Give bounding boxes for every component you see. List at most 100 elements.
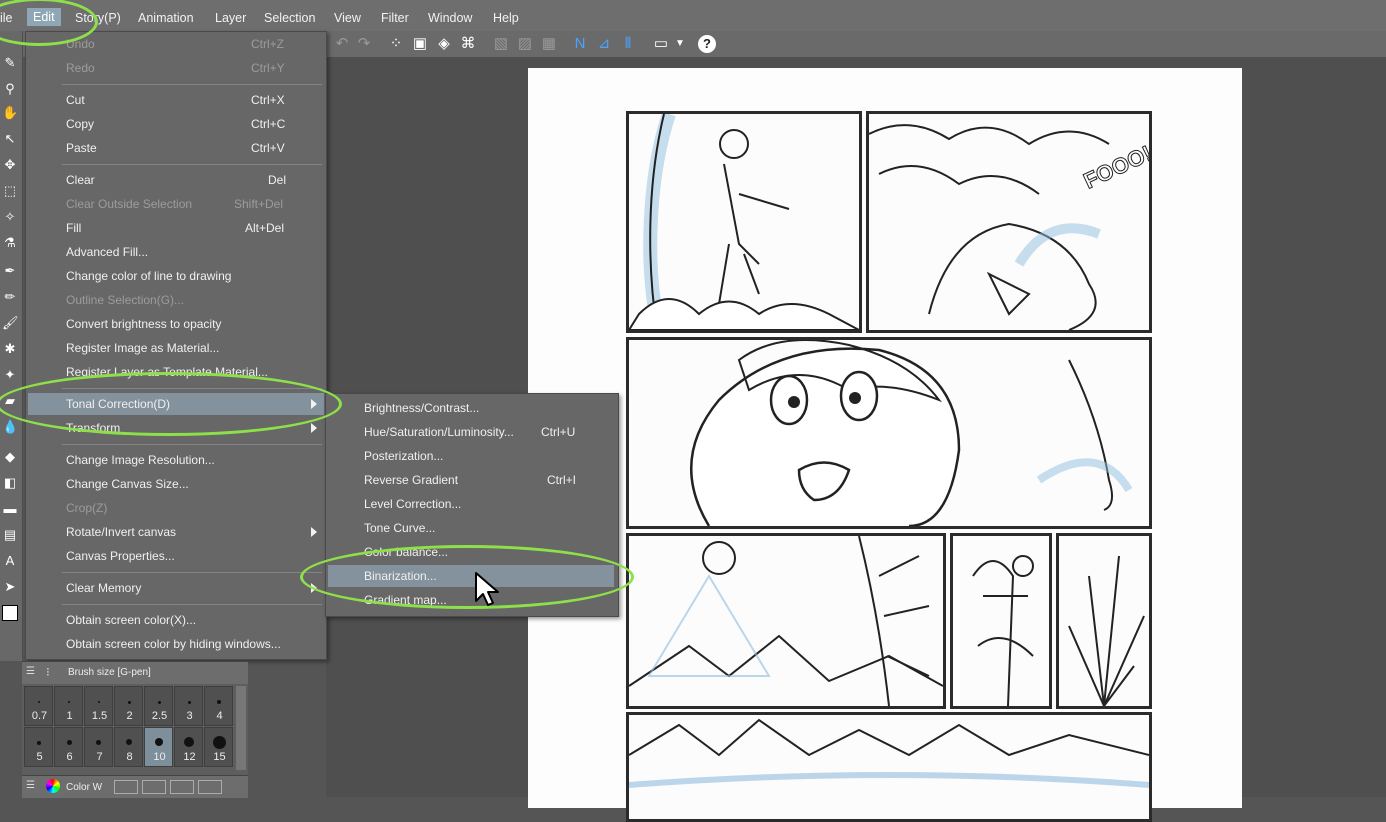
menu-item-crop[interactable]: Crop(Z) <box>26 497 326 519</box>
menu-item-obtain-screen-color-hiding[interactable]: Obtain screen color by hiding windows... <box>26 633 326 655</box>
blend-icon[interactable]: 💧 <box>2 419 18 435</box>
menu-item-canvas-properties[interactable]: Canvas Properties... <box>26 545 326 567</box>
menu-item-change-line-color[interactable]: Change color of line to drawing <box>26 265 326 287</box>
brush-size-cell[interactable]: 1 <box>54 686 83 726</box>
brush-size-cell[interactable]: 6 <box>54 727 83 767</box>
monitor-icon[interactable]: ▭ <box>652 35 670 53</box>
menu-item-outline-selection[interactable]: Outline Selection(G)... <box>26 289 326 311</box>
menu-help[interactable]: Help <box>493 9 519 27</box>
submenu-item-level-correction[interactable]: Level Correction... <box>326 493 618 515</box>
hand-icon[interactable]: ✋ <box>2 105 18 121</box>
menu-item-transform[interactable]: Transform <box>26 417 326 439</box>
menu-item-clear-outside-selection[interactable]: Clear Outside Selection Shift+Del <box>26 193 326 215</box>
brush-panel-scrollbar[interactable] <box>236 686 246 770</box>
special-ruler-icon[interactable]: ⊿ <box>595 35 613 53</box>
brush-size-cell[interactable]: 8 <box>114 727 143 767</box>
submenu-item-color-balance[interactable]: Color balance... <box>326 541 618 563</box>
balloon-icon[interactable]: ➤ <box>2 579 18 595</box>
menu-item-brightness-to-opacity[interactable]: Convert brightness to opacity <box>26 313 326 335</box>
submenu-item-hue-saturation[interactable]: Hue/Saturation/Luminosity... Ctrl+U <box>326 421 618 443</box>
magic-wand-icon[interactable]: ✧ <box>2 209 18 225</box>
menu-item-copy[interactable]: Copy Ctrl+C <box>26 113 326 135</box>
transform-icon[interactable]: ▣ <box>411 35 429 53</box>
menu-animation[interactable]: Animation <box>138 9 194 27</box>
ruler-snap-icon[interactable]: N <box>571 35 589 53</box>
submenu-item-brightness-contrast[interactable]: Brightness/Contrast... <box>326 397 618 419</box>
frame-border-icon[interactable]: ▤ <box>2 527 18 543</box>
menu-selection[interactable]: Selection <box>264 9 315 27</box>
brush-size-cell[interactable]: 2 <box>114 686 143 726</box>
menu-view[interactable]: View <box>334 9 361 27</box>
panel-menu-icon[interactable]: ☰ <box>26 780 35 791</box>
menu-file[interactable]: ile <box>0 9 13 27</box>
redo-icon[interactable]: ↷ <box>355 35 373 53</box>
brush-icon[interactable]: 🖌 <box>2 315 19 331</box>
menu-item-fill[interactable]: Fill Alt+Del <box>26 217 326 239</box>
crop-icon[interactable]: ▧ <box>492 35 510 53</box>
g-pen-icon[interactable]: ✒ <box>2 263 18 279</box>
fill-bucket-icon[interactable]: ◈ <box>435 35 453 53</box>
zoom-icon[interactable]: ⚲ <box>2 81 18 97</box>
submenu-item-tone-curve[interactable]: Tone Curve... <box>326 517 618 539</box>
menu-layer[interactable]: Layer <box>215 9 246 27</box>
submenu-item-gradient-map[interactable]: Gradient map... <box>326 589 618 611</box>
menu-item-paste[interactable]: Paste Ctrl+V <box>26 137 326 159</box>
text-icon[interactable]: A <box>2 553 18 569</box>
scale-icon[interactable]: ⌘ <box>459 35 477 53</box>
menu-item-undo[interactable]: Undo Ctrl+Z <box>26 33 326 55</box>
expand-icon[interactable]: ▨ <box>516 35 534 53</box>
menu-item-advanced-fill[interactable]: Advanced Fill... <box>26 241 326 263</box>
menu-item-clear[interactable]: Clear Del <box>26 169 326 191</box>
menu-item-clear-memory[interactable]: Clear Memory <box>26 577 326 599</box>
main-color-swatch[interactable] <box>2 605 18 621</box>
menu-story[interactable]: Story(P) <box>75 9 121 27</box>
panel-tab-icon[interactable] <box>198 780 222 794</box>
brush-size-cell[interactable]: 5 <box>24 727 53 767</box>
brush-size-cell-selected[interactable]: 10 <box>144 727 173 767</box>
menu-filter[interactable]: Filter <box>381 9 409 27</box>
figure-icon[interactable]: ▬ <box>2 501 18 517</box>
menu-item-register-layer-template[interactable]: Register Layer as Template Material... <box>26 361 326 383</box>
undo-icon[interactable]: ↶ <box>333 35 351 53</box>
brush-size-cell[interactable]: 7 <box>84 727 113 767</box>
brush-size-cell[interactable]: 3 <box>174 686 203 726</box>
panel-tab-icon[interactable] <box>114 780 138 794</box>
fill-icon[interactable]: ◆ <box>2 449 18 465</box>
menu-window[interactable]: Window <box>428 9 472 27</box>
menu-item-register-image-material[interactable]: Register Image as Material... <box>26 337 326 359</box>
selection-dots-icon[interactable]: ⁘ <box>387 35 405 53</box>
menu-item-change-canvas-size[interactable]: Change Canvas Size... <box>26 473 326 495</box>
chevron-down-icon[interactable]: ▼ <box>671 35 689 53</box>
eraser-icon[interactable]: ▰ <box>2 393 18 409</box>
brush-size-cell[interactable]: 12 <box>174 727 203 767</box>
menu-item-cut[interactable]: Cut Ctrl+X <box>26 89 326 111</box>
brush-size-cell[interactable]: 0.7 <box>24 686 53 726</box>
move-icon[interactable]: ✥ <box>2 157 18 173</box>
operation-icon[interactable]: ↖ <box>2 131 18 147</box>
submenu-item-reverse-gradient[interactable]: Reverse Gradient Ctrl+I <box>326 469 618 491</box>
eyedropper-icon[interactable]: ⚗ <box>2 235 18 251</box>
brush-size-cell[interactable]: 15 <box>204 727 233 767</box>
brush-size-cell[interactable]: 1.5 <box>84 686 113 726</box>
menu-item-tonal-correction[interactable]: Tonal Correction(D) <box>28 393 324 415</box>
pencil-icon[interactable]: ✏ <box>2 289 18 305</box>
brush-size-cell[interactable]: 4 <box>204 686 233 726</box>
menu-item-change-image-resolution[interactable]: Change Image Resolution... <box>26 449 326 471</box>
submenu-item-binarization[interactable]: Binarization... <box>328 565 614 587</box>
grid-snap-icon[interactable]: ⫴ <box>619 35 637 53</box>
selection-icon[interactable]: ⬚ <box>2 183 18 199</box>
frame-icon[interactable]: ▦ <box>540 35 558 53</box>
menu-item-redo[interactable]: Redo Ctrl+Y <box>26 57 326 79</box>
gradient-icon[interactable]: ◧ <box>2 475 18 491</box>
decoration-icon[interactable]: ✦ <box>2 367 18 383</box>
menu-item-obtain-screen-color[interactable]: Obtain screen color(X)... <box>26 609 326 631</box>
panel-tab-icon[interactable] <box>142 780 166 794</box>
help-button[interactable]: ? <box>698 35 716 53</box>
manga-page[interactable]: FOOO! <box>528 68 1242 822</box>
panel-tab-icon[interactable] <box>170 780 194 794</box>
menu-item-rotate-invert-canvas[interactable]: Rotate/Invert canvas <box>26 521 326 543</box>
panel-menu-icon[interactable]: ☰ <box>26 666 35 677</box>
submenu-item-posterization[interactable]: Posterization... <box>326 445 618 467</box>
menu-edit[interactable]: Edit <box>27 8 61 26</box>
airbrush-icon[interactable]: ✱ <box>2 341 18 357</box>
